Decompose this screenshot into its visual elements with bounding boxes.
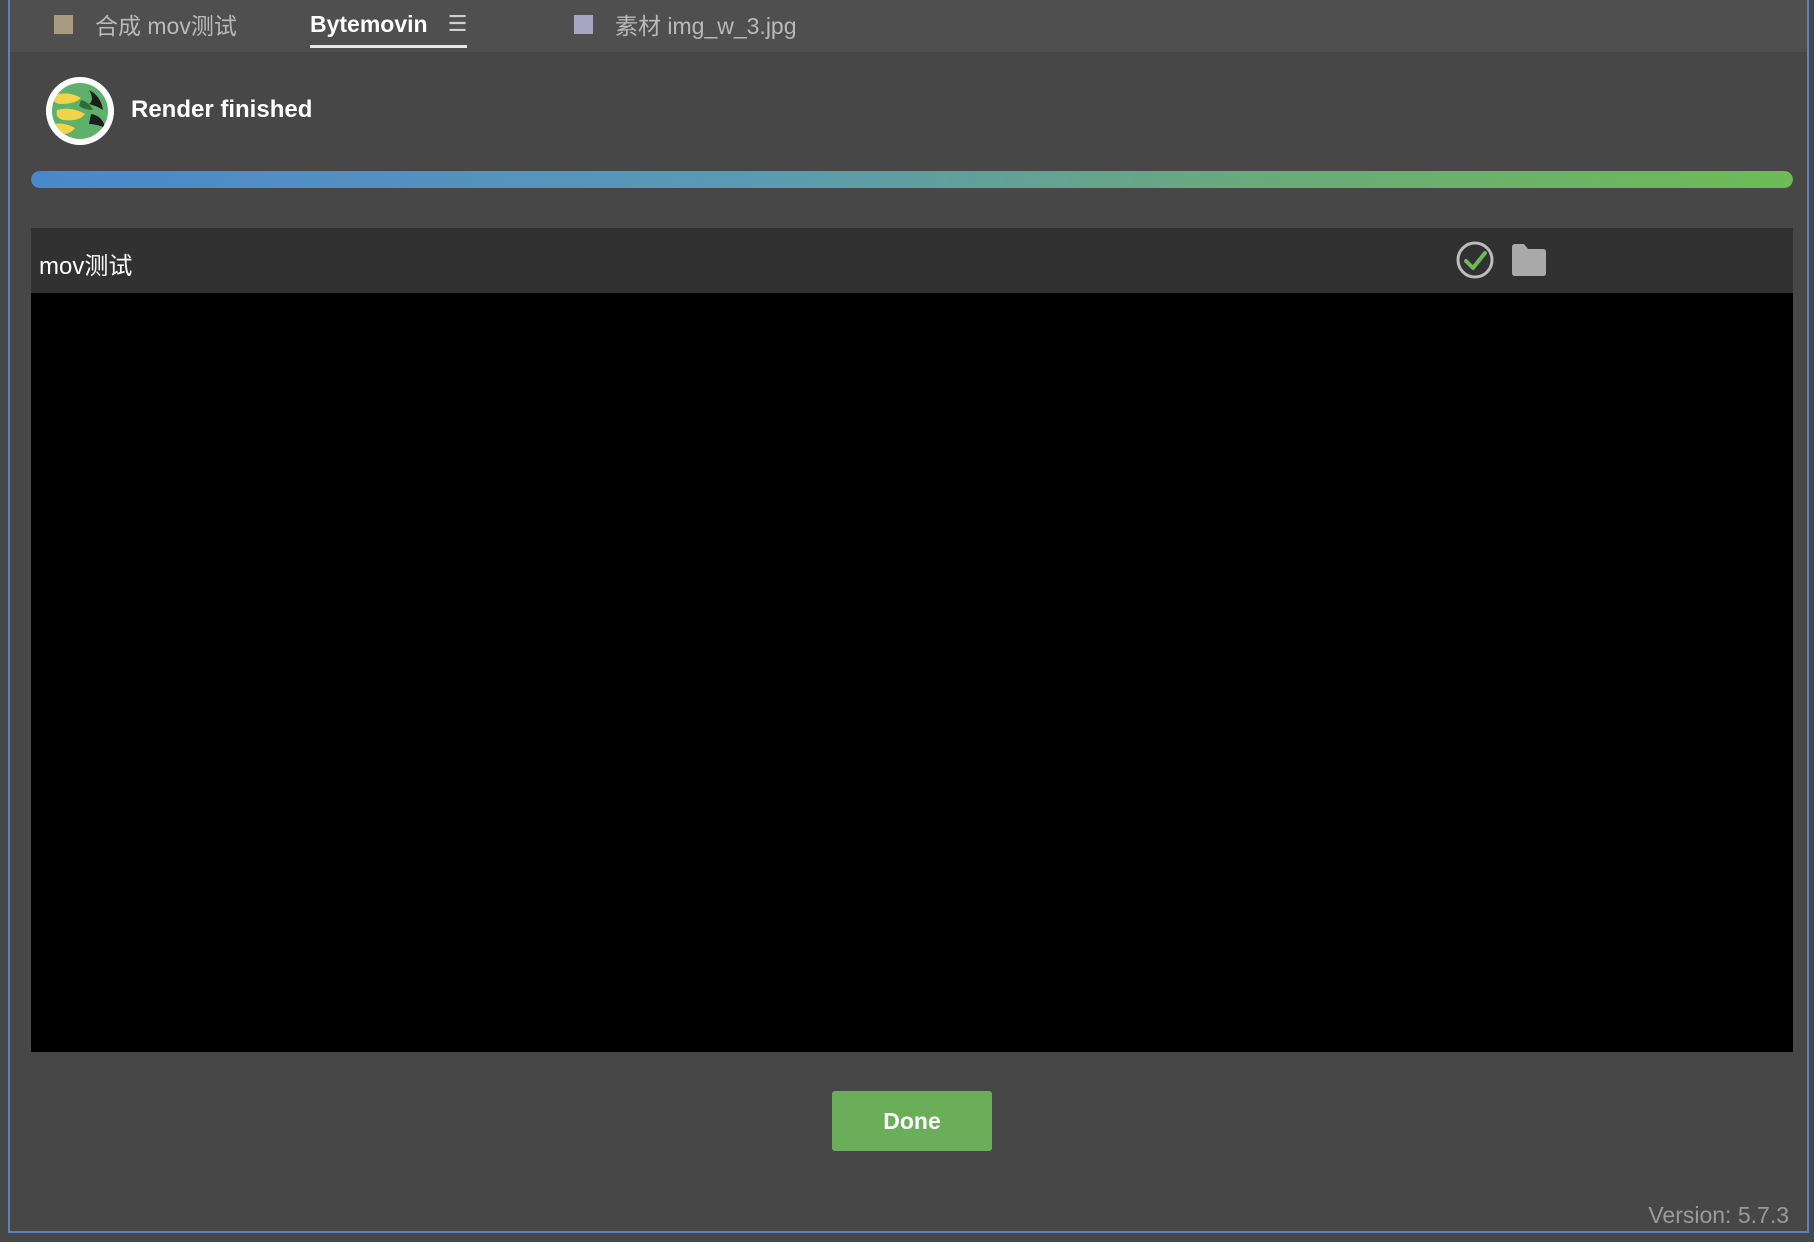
render-status-title: Render finished: [131, 96, 313, 123]
tab-bytemovin-label: Bytemovin: [310, 10, 428, 37]
render-item-name: mov测试: [39, 253, 133, 280]
render-preview-area: [31, 293, 1793, 1052]
render-progress-bar: [31, 171, 1793, 188]
tab-composition-label: 合成 mov测试: [95, 13, 237, 39]
bytemovin-panel: 合成 mov测试 Bytemovin ☰ 素材 img_w_3.jpg Rend…: [8, 0, 1809, 1233]
folder-icon[interactable]: [1510, 242, 1548, 278]
version-label: Version: 5.7.3: [1648, 1202, 1789, 1228]
tab-bytemovin[interactable]: Bytemovin ☰: [310, 0, 468, 48]
render-progress-fill: [31, 171, 1793, 188]
render-item-header: mov测试: [31, 228, 1793, 293]
tab-footage[interactable]: 素材 img_w_3.jpg: [574, 0, 797, 48]
panel-tab-bar: 合成 mov测试 Bytemovin ☰ 素材 img_w_3.jpg: [10, 0, 1807, 52]
tab-composition[interactable]: 合成 mov测试: [54, 0, 237, 48]
bytemovin-logo-icon: [46, 77, 114, 145]
hamburger-menu-icon[interactable]: ☰: [448, 11, 468, 37]
done-button[interactable]: Done: [832, 1091, 992, 1151]
footage-color-swatch: [574, 14, 593, 34]
composition-color-swatch: [54, 14, 73, 34]
tab-footage-label: 素材 img_w_3.jpg: [615, 13, 797, 39]
check-circle-icon[interactable]: [1455, 240, 1495, 280]
